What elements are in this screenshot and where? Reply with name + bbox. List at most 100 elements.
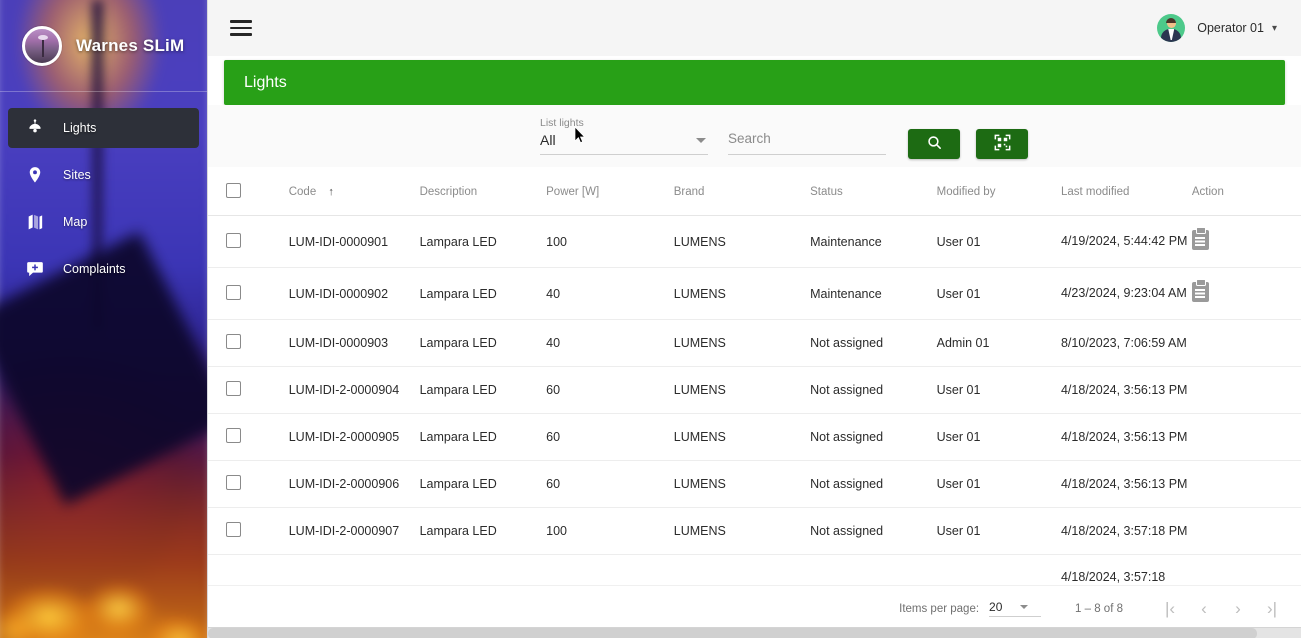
sidebar-item-complaints[interactable]: Complaints [8,249,199,289]
sidebar-item-sites[interactable]: Sites [8,155,199,195]
cell-last-modified: 8/10/2023, 7:06:59 AM [1060,319,1192,367]
table-header: Code ↑ Description Power [W] Brand Statu… [208,167,1301,216]
chevron-left-icon[interactable]: ‹ [1187,592,1221,626]
cell-brand: LUMENS [673,215,811,268]
magnifier-icon [926,134,943,154]
cell-code: LUM-IDI-0000901 [288,215,420,268]
items-per-page-select[interactable]: 20 [989,600,1042,617]
scrollbar-thumb[interactable] [208,628,1258,638]
clipboard-icon[interactable] [1191,227,1209,250]
row-checkbox[interactable] [226,428,241,443]
filter-label: List lights [540,117,584,129]
items-per-page-label: Items per page: [899,602,980,615]
horizontal-scrollbar[interactable] [208,627,1301,638]
row-checkbox[interactable] [226,232,241,248]
qr-scan-button[interactable] [976,129,1028,159]
row-select-cell [208,460,289,508]
sidebar: Warnes SLiM Lights Sites Map Complaints [0,0,208,638]
column-header-last-modified[interactable]: Last modified [1060,167,1192,216]
user-name-label: Operator 01 [1197,21,1264,35]
cell-modified-by: Admin 01 [936,319,1061,367]
chevron-right-icon[interactable]: › [1221,592,1255,626]
cell-brand: LUMENS [673,413,811,461]
cell-status: Not assigned [810,460,937,508]
user-menu[interactable]: Operator 01 ▾ [1157,14,1277,42]
search-button[interactable] [908,129,960,159]
column-header-modified-by[interactable]: Modified by [936,167,1061,216]
chevron-down-icon [1020,605,1029,609]
table-header-row: Code ↑ Description Power [W] Brand Statu… [208,167,1301,216]
column-header-description[interactable]: Description [419,167,547,216]
row-checkbox[interactable] [226,522,241,537]
cell-code: LUM-IDI-2-0000905 [288,413,420,461]
cell-modified-by: User 01 [936,366,1061,414]
table-body: LUM-IDI-0000901 Lampara LED 100 LUMENS M… [208,215,1301,601]
clipboard-icon[interactable] [1191,279,1209,302]
filter-selected-value: All [540,132,556,148]
cell-power: 60 [546,366,674,414]
cell-power: 100 [546,215,674,268]
cell-action [1191,507,1301,555]
folded-map-icon [24,211,46,233]
main-content: Operator 01 ▾ Lights List lights All Sea… [208,0,1301,638]
cell-code: LUM-IDI-0000902 [288,267,420,320]
sidebar-item-map[interactable]: Map [8,202,199,242]
list-lights-filter: List lights All [540,117,708,155]
row-checkbox[interactable] [226,475,241,490]
column-header-brand[interactable]: Brand [673,167,811,216]
list-lights-select[interactable]: All [540,132,708,155]
cell-power: 60 [546,460,674,508]
table-row[interactable]: LUM-IDI-0000902 Lampara LED 40 LUMENS Ma… [208,267,1301,320]
hamburger-menu-icon[interactable] [230,16,252,40]
row-checkbox[interactable] [226,381,241,396]
cell-action [1191,267,1301,320]
column-header-power[interactable]: Power [W] [546,167,674,216]
cell-brand: LUMENS [673,267,811,320]
table-row[interactable]: LUM-IDI-2-0000905 Lampara LED 60 LUMENS … [208,413,1301,461]
cell-last-modified: 4/19/2024, 5:44:42 PM [1060,215,1192,268]
sidebar-nav: Lights Sites Map Complaints [0,92,207,289]
column-header-code[interactable]: Code ↑ [288,167,420,216]
cell-modified-by: User 01 [936,460,1061,508]
cell-code: LUM-IDI-2-0000904 [288,366,420,414]
cell-modified-by: User 01 [936,413,1061,461]
last-page-icon[interactable]: ›| [1255,592,1289,626]
table-row[interactable]: LUM-IDI-2-0000904 Lampara LED 60 LUMENS … [208,366,1301,414]
chat-bubble-plus-icon [24,258,46,280]
cell-description: Lampara LED [419,507,547,555]
cell-status: Not assigned [810,366,937,414]
lights-table-container[interactable]: Code ↑ Description Power [W] Brand Statu… [208,167,1301,638]
cell-last-modified: 4/18/2024, 3:56:13 PM [1060,460,1192,508]
cell-last-modified: 4/23/2024, 9:23:04 AM [1060,267,1192,320]
table-row[interactable]: LUM-IDI-2-0000907 Lampara LED 100 LUMENS… [208,507,1301,555]
search-input[interactable] [728,131,886,146]
row-select-cell [208,413,289,461]
cell-code: LUM-IDI-2-0000907 [288,507,420,555]
cell-action [1191,215,1301,268]
select-all-checkbox[interactable] [226,183,241,198]
table-row[interactable]: LUM-IDI-0000903 Lampara LED 40 LUMENS No… [208,319,1301,367]
cell-power: 40 [546,319,674,367]
cell-status: Not assigned [810,507,937,555]
cell-power: 100 [546,507,674,555]
table-row[interactable]: LUM-IDI-2-0000906 Lampara LED 60 LUMENS … [208,460,1301,508]
sidebar-item-lights[interactable]: Lights [8,108,199,148]
cell-status: Not assigned [810,319,937,367]
sidebar-item-label: Complaints [63,262,126,276]
column-header-status[interactable]: Status [810,167,937,216]
cell-description: Lampara LED [419,413,547,461]
search-field[interactable] [728,130,886,155]
cell-action [1191,366,1301,414]
cell-action [1191,460,1301,508]
user-avatar-icon [1157,14,1186,42]
row-select-cell [208,267,289,320]
cell-last-modified: 4/18/2024, 3:56:13 PM [1060,366,1192,414]
first-page-icon[interactable]: |‹ [1153,592,1187,626]
row-select-cell [208,215,289,268]
row-checkbox[interactable] [226,334,241,349]
row-checkbox[interactable] [226,284,241,300]
table-row[interactable]: LUM-IDI-0000901 Lampara LED 100 LUMENS M… [208,215,1301,268]
cell-status: Maintenance [810,267,937,320]
cell-modified-by: User 01 [936,507,1061,555]
top-bar: Operator 01 ▾ [208,0,1301,56]
